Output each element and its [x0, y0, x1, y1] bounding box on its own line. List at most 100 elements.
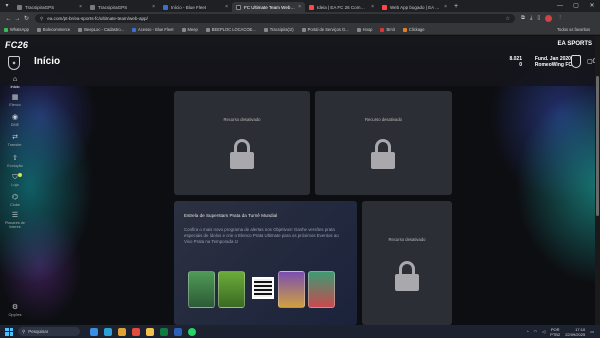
sidebar-item-label: Opções	[8, 313, 22, 317]
task-view-icon[interactable]	[90, 327, 98, 336]
tab-favicon-icon	[90, 4, 95, 10]
bookmark-item[interactable]: Brnit	[380, 27, 395, 32]
locked-tile-label: Recurso desativado	[223, 117, 261, 122]
sidebar-item[interactable]: ⌂ Início	[0, 76, 30, 89]
bookmark-item[interactable]: Meep	[181, 27, 198, 32]
minimize-icon[interactable]: —	[552, 0, 568, 12]
ea-sports-logo: EA SPORTS	[557, 41, 592, 47]
sidebar-item[interactable]: ◉ DME	[0, 114, 30, 127]
all-bookmarks-link[interactable]: Todos os favoritos	[557, 27, 590, 32]
language-indicator[interactable]: POR PTB2	[550, 327, 560, 337]
bookmark-favicon-icon	[132, 27, 137, 32]
scrollbar-thumb[interactable]	[596, 76, 599, 216]
extensions-icon[interactable]: ⧉	[521, 15, 525, 22]
bookmark-star-icon[interactable]: ☆	[506, 16, 510, 22]
page-scrollbar[interactable]	[595, 36, 600, 325]
browser-tab[interactable]: TracsipiraGPS ×	[86, 2, 159, 12]
leaderboard-icon: ☰	[11, 212, 19, 219]
promo-title: Estrela de Superstars Prata da Turnê Mun…	[184, 213, 278, 218]
club-badge-icon[interactable]: ◆	[8, 56, 20, 70]
sidebar-item[interactable]: ⛉ Loja	[0, 173, 30, 187]
browser-menu-icon[interactable]: ⋮	[557, 15, 563, 22]
bookmark-item[interactable]: BEEPLOC LOCACOE...	[205, 27, 256, 32]
maximize-icon[interactable]: ▢	[568, 0, 584, 12]
profile-avatar[interactable]	[545, 15, 553, 22]
tray-chevron-icon[interactable]: ^	[527, 329, 529, 334]
browser-window: ▾ TracsipiraGPS × TracsipiraGPS × Início -…	[0, 0, 600, 338]
sidepanel-icon[interactable]: ▯	[537, 15, 540, 22]
back-icon[interactable]: ←	[4, 16, 13, 22]
close-tab-icon[interactable]: ×	[371, 4, 374, 10]
bookmark-item[interactable]: Tracsipira(1t)	[263, 27, 294, 32]
bookmark-favicon-icon	[356, 27, 361, 32]
close-window-icon[interactable]: ✕	[584, 0, 600, 12]
word-icon[interactable]	[174, 327, 182, 336]
downloads-icon[interactable]: ⤓	[530, 15, 532, 22]
bookmark-item[interactable]: Acesso - Blue Fleet	[132, 27, 174, 32]
club-crest-icon[interactable]	[571, 55, 581, 68]
teams-icon[interactable]	[104, 327, 112, 336]
locked-tile: Recurso desativado	[362, 201, 452, 325]
wifi-icon[interactable]: ◠	[534, 329, 538, 334]
player-card	[188, 271, 215, 308]
home-icon: ⌂	[12, 76, 18, 83]
bookmark-item[interactable]: BeepLoc - Cadastro...	[78, 27, 124, 32]
sidebar-item-label: Loja	[11, 183, 19, 187]
close-tab-icon[interactable]: ×	[152, 4, 155, 10]
system-tray: ^ ◠ ◁ POR PTB2 17:10 22/09/2025 ▭	[527, 325, 594, 338]
promo-tile[interactable]: Estrela de Superstars Prata da Turnê Mun…	[174, 201, 357, 325]
tab-favicon-icon	[163, 4, 168, 10]
bookmark-label: Bolecommerce	[42, 27, 71, 32]
tab-search-icon[interactable]: ▾	[3, 2, 11, 10]
player-card	[278, 271, 305, 308]
bookmark-favicon-icon	[402, 27, 407, 32]
bookmark-item[interactable]: Hoop	[356, 27, 372, 32]
close-tab-icon[interactable]: ×	[79, 4, 82, 10]
sidebar-item-options[interactable]: ⚙ Opções	[0, 304, 30, 317]
sidebar-item[interactable]: ☰ Placares de líderes	[0, 212, 30, 229]
sidebar-item[interactable]: ⇄ Transfer.	[0, 134, 30, 147]
bookmark-item[interactable]: WhatsApp	[4, 27, 29, 32]
clock[interactable]: 17:10 22/09/2025	[565, 327, 585, 337]
explorer-icon[interactable]	[146, 327, 154, 336]
close-tab-icon[interactable]: ×	[298, 4, 301, 10]
windows-start-icon[interactable]	[5, 327, 13, 336]
bookmark-item[interactable]: Portal de Serviços G...	[301, 27, 349, 32]
browser-tab-active[interactable]: FC Ultimate Team Web App - E×	[232, 2, 305, 12]
club-icon: ⌬	[11, 194, 19, 201]
bookmark-item[interactable]: Clickage	[402, 27, 425, 32]
tab-label: Ideia | EA FC 26 Community Su	[317, 4, 368, 10]
address-bar-row: ← → ↻ ⚲ ea.com/pt-br/ea-sports-fc/ultima…	[0, 12, 600, 25]
new-tab-icon[interactable]: +	[454, 3, 458, 10]
browser-tab[interactable]: Web App bugado | EA Forum×	[378, 2, 451, 12]
fc26-logo: FC26	[5, 40, 29, 50]
notification-center-icon[interactable]: ▭	[590, 329, 594, 334]
close-tab-icon[interactable]: ×	[444, 4, 447, 10]
promo-description: Confira o mais novo programa de alertas …	[184, 227, 339, 244]
bookmark-item[interactable]: Bolecommerce	[36, 27, 71, 32]
sidebar-item[interactable]: ▦ Elenco	[0, 94, 30, 107]
excel-icon[interactable]	[160, 327, 168, 336]
tab-favicon-icon	[17, 4, 22, 10]
bookmark-label: Clickage	[408, 27, 425, 32]
volume-icon[interactable]: ◁	[542, 329, 545, 334]
forward-icon[interactable]: →	[13, 16, 22, 22]
browser-tab[interactable]: Ideia | EA FC 26 Community Su×	[305, 2, 378, 12]
taskbar-search[interactable]: ⚲ Pesquisar	[18, 327, 80, 336]
windows-taskbar: ⚲ Pesquisar ^ ◠ ◁ POR PTB2 17:10 22/09/2025…	[0, 325, 600, 338]
bookmark-label: Portal de Serviços G...	[307, 27, 349, 32]
search-placeholder: Pesquisar	[28, 329, 49, 334]
bookmark-favicon-icon	[78, 27, 83, 32]
close-tab-icon[interactable]: ×	[225, 4, 228, 10]
browser-tab[interactable]: Início - Blue Fleet ×	[159, 2, 232, 12]
sidebar-item[interactable]: ⇧ Evolução	[0, 155, 30, 168]
tab-label: Web App bugado | EA Forum	[390, 4, 441, 10]
chrome-icon[interactable]	[132, 327, 140, 336]
whatsapp-app-icon[interactable]	[188, 327, 196, 336]
sidebar-item[interactable]: ⌬ Clube	[0, 194, 30, 207]
browser-tab[interactable]: TracsipiraGPS ×	[13, 2, 86, 12]
site-info-icon[interactable]: ⚲	[40, 16, 43, 22]
url-field[interactable]: ⚲ ea.com/pt-br/ea-sports-fc/ultimate-tea…	[35, 14, 515, 23]
edge-icon[interactable]	[118, 327, 126, 336]
reload-icon[interactable]: ↻	[22, 15, 31, 22]
